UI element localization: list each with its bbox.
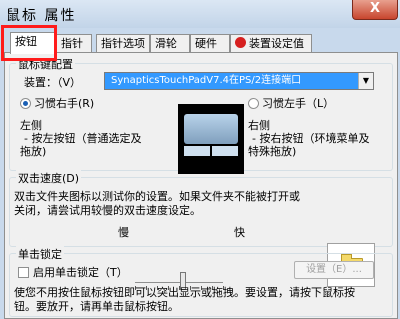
tab-label: 硬件 [195, 37, 217, 50]
double-click-legend: 双击速度(D) [16, 170, 82, 186]
click-lock-desc-2: 钮。要放开，请再单击鼠标按钮。 [14, 300, 179, 313]
left-handed-radio[interactable] [248, 98, 259, 109]
double-click-group: 双击速度(D) 双击文件夹图标以测试你的设置。如果文件夹不能被打开或 关闭，请尝… [9, 170, 393, 247]
device-select[interactable]: SynapticsTouchPadV7.4在PS/2连接端口 ▼ [104, 72, 374, 90]
touchpad-icon [178, 104, 244, 174]
tab-device-settings[interactable]: 装置设定值 [230, 34, 312, 53]
right-side-desc-2: 特殊拖放) [248, 145, 297, 158]
chevron-down-icon: ▼ [358, 73, 373, 89]
click-lock-checkbox[interactable] [18, 267, 29, 278]
right-handed-radio[interactable] [20, 98, 31, 109]
tab-strip: 按钮 指针 指针选项 滑轮 硬件 装置设定值 [4, 32, 400, 54]
window-title: 鼠标 属性 [6, 8, 77, 24]
right-handed-label: 习惯右手(R) [34, 97, 95, 110]
tab-pointer-options[interactable]: 指针选项 [96, 34, 150, 53]
touchpad-surface [184, 114, 238, 144]
slow-label: 慢 [118, 226, 129, 239]
button-config-group: 鼠标键配置 装置：（V） SynapticsTouchPadV7.4在PS/2连… [9, 56, 393, 174]
device-settings-icon [235, 37, 246, 48]
touchpad-right-button [212, 146, 238, 156]
tab-wheel[interactable]: 滑轮 [150, 34, 190, 53]
left-handed-label: 习惯左手（L） [262, 97, 335, 110]
fast-label: 快 [234, 226, 245, 239]
mouse-properties-window: 鼠标 属性 X 按钮 指针 指针选项 滑轮 硬件 装置设定值 鼠标键配置 装置：… [0, 0, 400, 319]
touchpad-left-button [184, 146, 210, 156]
left-side-desc-2: 拖放) [20, 145, 47, 158]
close-icon: X [369, 1, 381, 16]
device-select-value: SynapticsTouchPadV7.4在PS/2连接端口 [111, 75, 302, 86]
tab-label: 装置设定值 [249, 37, 304, 50]
click-lock-legend: 单击锁定 [16, 246, 64, 262]
tab-label: 滑轮 [155, 37, 177, 50]
tab-label: 指针 [61, 37, 83, 50]
title-bar: 鼠标 属性 X [0, 0, 400, 28]
click-lock-label: 启用单击锁定（T） [33, 266, 128, 279]
click-lock-settings-button[interactable]: 设置（E）... [294, 261, 374, 279]
click-lock-option[interactable]: 启用单击锁定（T） [18, 264, 128, 280]
left-handed-option[interactable]: 习惯左手（L） [248, 95, 334, 111]
tab-pointers[interactable]: 指针 [56, 34, 92, 53]
close-button[interactable]: X [352, 0, 398, 20]
right-handed-option[interactable]: 习惯右手(R) [20, 95, 94, 111]
tab-hardware[interactable]: 硬件 [190, 34, 230, 53]
tab-label: 指针选项 [101, 37, 145, 50]
double-click-desc-2: 关闭，请尝试用较慢的双击速度设定。 [14, 204, 201, 217]
tab-panel: 鼠标键配置 装置：（V） SynapticsTouchPadV7.4在PS/2连… [4, 52, 398, 319]
tab-highlight-box [1, 25, 57, 61]
device-label: 装置：（V） [24, 76, 82, 89]
click-lock-group: 单击锁定 启用单击锁定（T） 设置（E）... 使您不用按住鼠标按钮即可以突出显… [9, 246, 393, 317]
